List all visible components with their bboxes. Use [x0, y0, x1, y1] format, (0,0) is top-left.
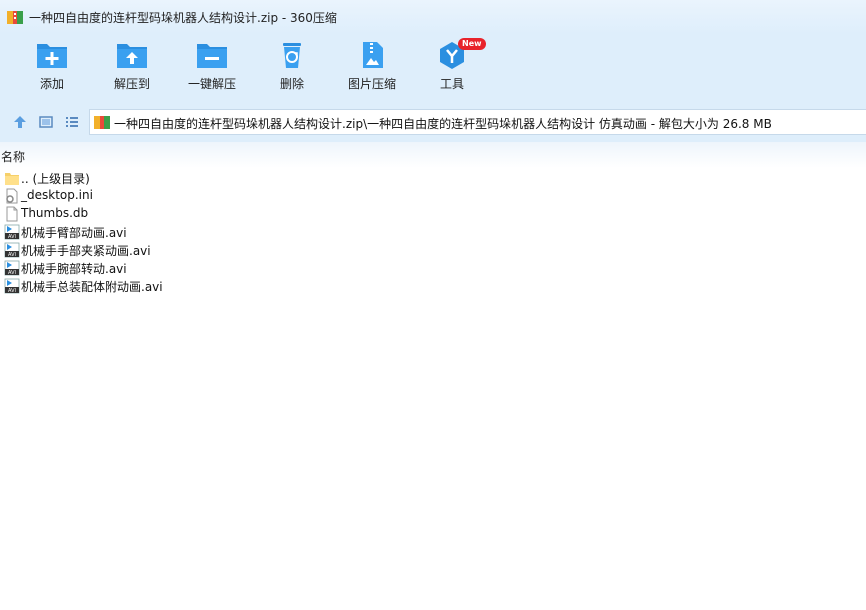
add-folder-icon	[37, 44, 67, 68]
avi-file-icon: AVI	[4, 224, 20, 240]
window-title: 一种四自由度的连杆型码垛机器人结构设计.zip - 360压缩	[29, 11, 337, 25]
add-button[interactable]: 添加	[12, 40, 92, 92]
list-view-icon[interactable]	[64, 114, 80, 130]
extract-to-button[interactable]: 解压到	[92, 40, 172, 92]
svg-text:AVI: AVI	[8, 252, 16, 258]
one-click-extract-label: 一键解压	[187, 77, 236, 91]
folder-icon	[5, 173, 19, 185]
image-compress-label: 图片压缩	[347, 77, 396, 91]
image-compress-button[interactable]: 图片压缩	[332, 40, 412, 92]
up-arrow-icon[interactable]	[12, 114, 28, 130]
svg-text:AVI: AVI	[8, 288, 16, 294]
recycle-bin-icon	[283, 43, 301, 68]
new-badge: New	[458, 38, 486, 50]
column-header-name[interactable]: 名称	[0, 142, 866, 168]
one-click-extract-button[interactable]: 一键解压	[172, 40, 252, 92]
list-item-parent-dir[interactable]: .. (上级目录)	[0, 169, 300, 187]
address-bar[interactable]: 一种四自由度的连杆型码垛机器人结构设计.zip\一种四自由度的连杆型码垛机器人结…	[89, 109, 866, 135]
navigation-bar: 一种四自由度的连杆型码垛机器人结构设计.zip\一种四自由度的连杆型码垛机器人结…	[0, 102, 866, 142]
list-item-name: Thumbs.db	[21, 206, 89, 220]
image-compress-icon	[363, 42, 383, 68]
ini-file-icon	[6, 188, 18, 204]
delete-button[interactable]: 删除	[252, 40, 332, 92]
list-item[interactable]: _desktop.ini	[0, 187, 300, 205]
file-list: 名称 .. (上级目录) _desktop.ini Thumbs.db AVI …	[0, 142, 866, 610]
extract-to-label: 解压到	[113, 77, 150, 91]
avi-file-icon: AVI	[4, 278, 20, 294]
db-file-icon	[6, 206, 18, 222]
list-item-name: 机械手腕部转动.avi	[21, 262, 127, 276]
extract-folder-icon	[117, 44, 147, 68]
thumbnail-view-icon[interactable]	[38, 114, 54, 130]
tools-button[interactable]: New 工具	[412, 38, 492, 92]
avi-file-icon: AVI	[4, 260, 20, 276]
list-item[interactable]: AVI 机械手臂部动画.avi	[0, 223, 300, 241]
list-item[interactable]: AVI 机械手总装配体附动画.avi	[0, 277, 300, 295]
tools-label: 工具	[439, 77, 464, 91]
list-item-name: 机械手总装配体附动画.avi	[21, 280, 163, 294]
list-item[interactable]: AVI 机械手腕部转动.avi	[0, 259, 300, 277]
svg-text:AVI: AVI	[8, 270, 16, 276]
add-label: 添加	[39, 77, 64, 91]
toolbar: 添加 解压到 一键解压 删除 图片压缩 New 工具	[0, 34, 866, 102]
delete-label: 删除	[279, 77, 304, 91]
list-item[interactable]: Thumbs.db	[0, 205, 300, 223]
archive-icon	[94, 116, 110, 129]
list-item-name: 机械手臂部动画.avi	[21, 226, 127, 240]
title-bar: 一种四自由度的连杆型码垛机器人结构设计.zip - 360压缩	[0, 0, 866, 34]
list-item-name: .. (上级目录)	[21, 172, 90, 186]
archive-icon	[7, 11, 23, 24]
avi-file-icon: AVI	[4, 242, 20, 258]
list-item-name: _desktop.ini	[21, 188, 93, 202]
address-path: 一种四自由度的连杆型码垛机器人结构设计.zip\一种四自由度的连杆型码垛机器人结…	[114, 117, 772, 131]
column-name-label: 名称	[1, 150, 26, 164]
list-item-name: 机械手手部夹紧动画.avi	[21, 244, 151, 258]
svg-text:AVI: AVI	[8, 234, 16, 240]
list-item[interactable]: AVI 机械手手部夹紧动画.avi	[0, 241, 300, 259]
one-click-extract-icon	[197, 44, 227, 68]
